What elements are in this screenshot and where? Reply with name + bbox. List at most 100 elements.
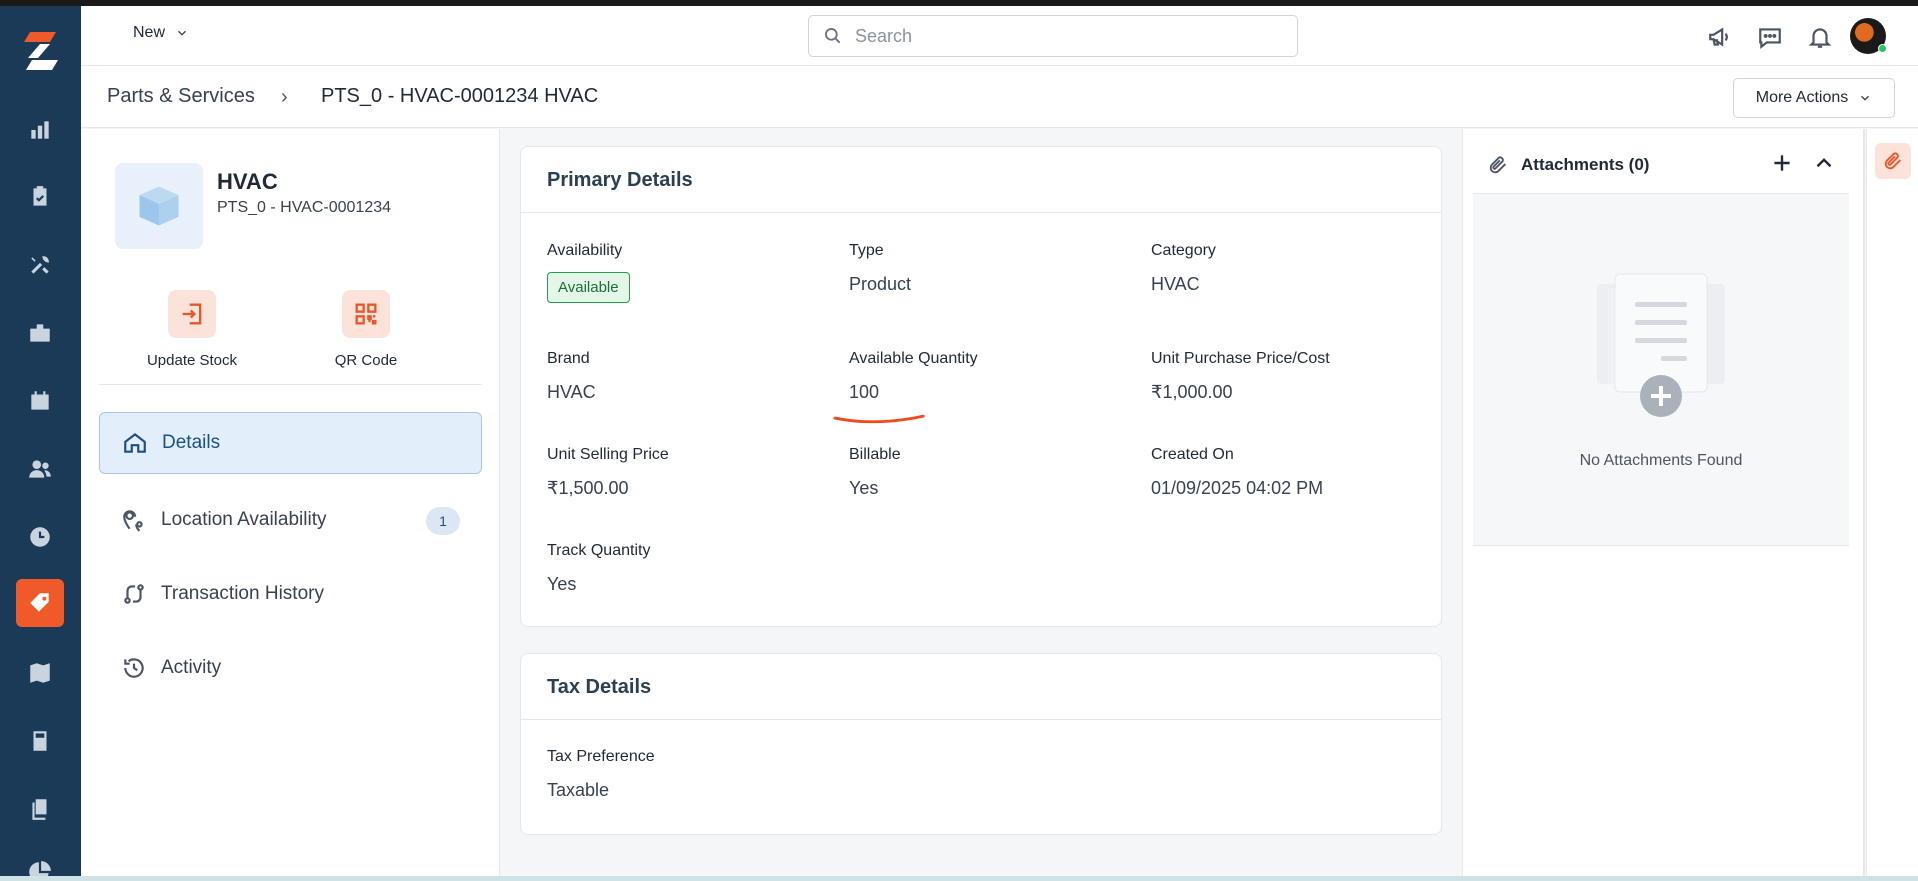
nav-jobs-icon[interactable] (16, 309, 64, 357)
unit-selling-price-label: Unit Selling Price (547, 446, 669, 463)
side-menu-details-label: Details (162, 432, 221, 453)
billable-value: Yes (849, 478, 879, 498)
qr-code-icon-box (342, 290, 390, 338)
availability-label: Availability (547, 242, 623, 259)
breadcrumb-bar: Parts & Services › PTS_0 - HVAC-0001234 … (81, 66, 1918, 128)
availability-status-badge: Available (547, 272, 630, 303)
search-input[interactable] (855, 25, 1275, 47)
track-quantity-field: Track Quantity Yes (547, 542, 650, 595)
tax-details-card: Tax Details Tax Preference Taxable (520, 653, 1442, 835)
side-menu-activity[interactable]: Activity (99, 637, 482, 699)
nav-tools-icon[interactable] (16, 241, 64, 289)
tax-preference-value: Taxable (547, 780, 610, 800)
nav-customers-icon[interactable] (16, 445, 64, 493)
product-image (115, 163, 203, 249)
attachments-title: Attachments (0) (1521, 155, 1650, 174)
transaction-history-icon (124, 584, 144, 604)
paperclip-icon (1489, 156, 1506, 174)
breadcrumb-current: PTS_0 - HVAC-0001234 HVAC (321, 85, 599, 107)
chat-icon[interactable] (1755, 22, 1785, 52)
type-label: Type (849, 242, 884, 259)
tax-preference-field: Tax Preference Taxable (547, 748, 655, 801)
search-box[interactable] (808, 15, 1298, 57)
billable-label: Billable (849, 446, 901, 463)
nav-calculator-icon[interactable] (16, 717, 64, 765)
side-menu-transaction-label: Transaction History (161, 583, 324, 604)
qr-code-label: QR Code (334, 352, 398, 369)
side-panel-divider (99, 384, 482, 385)
availability-field: Availability Available (547, 242, 630, 303)
tax-preference-label: Tax Preference (547, 748, 655, 765)
unit-purchase-price-value: ₹1,000.00 (1151, 382, 1233, 402)
user-avatar[interactable] (1850, 18, 1887, 54)
available-quantity-field: Available Quantity 100 (833, 350, 978, 424)
right-rail (1866, 129, 1918, 876)
side-menu-location-availability[interactable]: Location Availability 1 (99, 489, 482, 551)
search-icon (825, 28, 841, 44)
history-clock-icon (124, 658, 144, 678)
created-on-field: Created On 01/09/2025 04:02 PM (1151, 446, 1323, 499)
update-stock-button[interactable]: Update Stock (127, 290, 257, 369)
brand-value: HVAC (547, 382, 596, 402)
location-pin-icon (123, 510, 143, 532)
collapse-chevron-up-icon[interactable] (1811, 150, 1837, 176)
no-attachments-text: No Attachments Found (1579, 452, 1743, 469)
more-actions-label: More Actions (1755, 89, 1849, 106)
type-field: Type Product (849, 242, 911, 295)
attachments-empty-area: No Attachments Found (1473, 193, 1849, 546)
qr-code-button[interactable]: QR Code (301, 290, 431, 369)
online-status-dot (1878, 44, 1887, 53)
category-value: HVAC (1151, 274, 1200, 294)
rail-attachments-button[interactable] (1875, 143, 1911, 179)
nav-tasks-icon[interactable] (16, 173, 64, 221)
unit-purchase-price-field: Unit Purchase Price/Cost ₹1,000.00 (1151, 350, 1330, 403)
more-actions-button[interactable]: More Actions (1733, 78, 1895, 118)
available-quantity-value: 100 (849, 382, 880, 402)
left-nav (0, 6, 81, 881)
track-quantity-label: Track Quantity (547, 542, 651, 559)
location-count-badge: 1 (426, 507, 460, 535)
nav-map-icon[interactable] (16, 649, 64, 697)
chevron-down-icon (178, 30, 186, 36)
available-quantity-label: Available Quantity (849, 350, 978, 367)
primary-details-title: Primary Details (521, 147, 1441, 213)
add-attachment-plus-icon[interactable] (1769, 150, 1795, 176)
update-stock-icon (182, 303, 202, 325)
nav-reports-icon[interactable] (16, 106, 64, 154)
category-label: Category (1151, 242, 1216, 259)
nav-timesheet-icon[interactable] (16, 513, 64, 561)
top-header: New (81, 6, 1918, 66)
nav-calendar-icon[interactable] (16, 377, 64, 425)
product-code: PTS_0 - HVAC-0001234 (217, 199, 392, 216)
unit-selling-price-field: Unit Selling Price ₹1,500.00 (547, 446, 669, 499)
tax-details-title: Tax Details (521, 654, 1441, 720)
nav-documents-icon[interactable] (16, 785, 64, 833)
bell-icon[interactable] (1805, 22, 1835, 52)
brand-label: Brand (547, 350, 590, 367)
breadcrumb-parts-services-link[interactable]: Parts & Services (107, 85, 255, 108)
billable-field: Billable Yes (849, 446, 901, 499)
app-logo-icon[interactable] (16, 26, 64, 74)
announcements-megaphone-icon[interactable] (1705, 22, 1735, 52)
created-on-value: 01/09/2025 04:02 PM (1151, 478, 1324, 498)
product-name: HVAC (217, 169, 278, 194)
qr-code-icon (355, 303, 377, 325)
primary-details-card: Primary Details Availability Available T… (520, 146, 1442, 627)
update-stock-label: Update Stock (146, 352, 238, 369)
underline-annotation (833, 414, 925, 424)
new-label: New (133, 24, 166, 41)
category-field: Category HVAC (1151, 242, 1216, 295)
side-menu-details[interactable]: Details (99, 412, 482, 474)
unit-selling-price-value: ₹1,500.00 (547, 478, 629, 498)
cube-icon (139, 186, 179, 226)
side-menu-transaction-history[interactable]: Transaction History (99, 563, 482, 625)
unit-purchase-price-label: Unit Purchase Price/Cost (1151, 350, 1330, 367)
empty-documents-icon (1597, 273, 1725, 417)
nav-parts-services-icon[interactable] (16, 579, 64, 627)
attachments-panel: Attachments (0) No Attachments Found (1462, 129, 1863, 876)
new-dropdown-button[interactable]: New (133, 24, 189, 42)
attachments-scrollbar[interactable] (1863, 129, 1865, 876)
track-quantity-value: Yes (547, 574, 577, 594)
breadcrumb-separator: › (281, 86, 288, 108)
created-on-label: Created On (1151, 446, 1234, 463)
